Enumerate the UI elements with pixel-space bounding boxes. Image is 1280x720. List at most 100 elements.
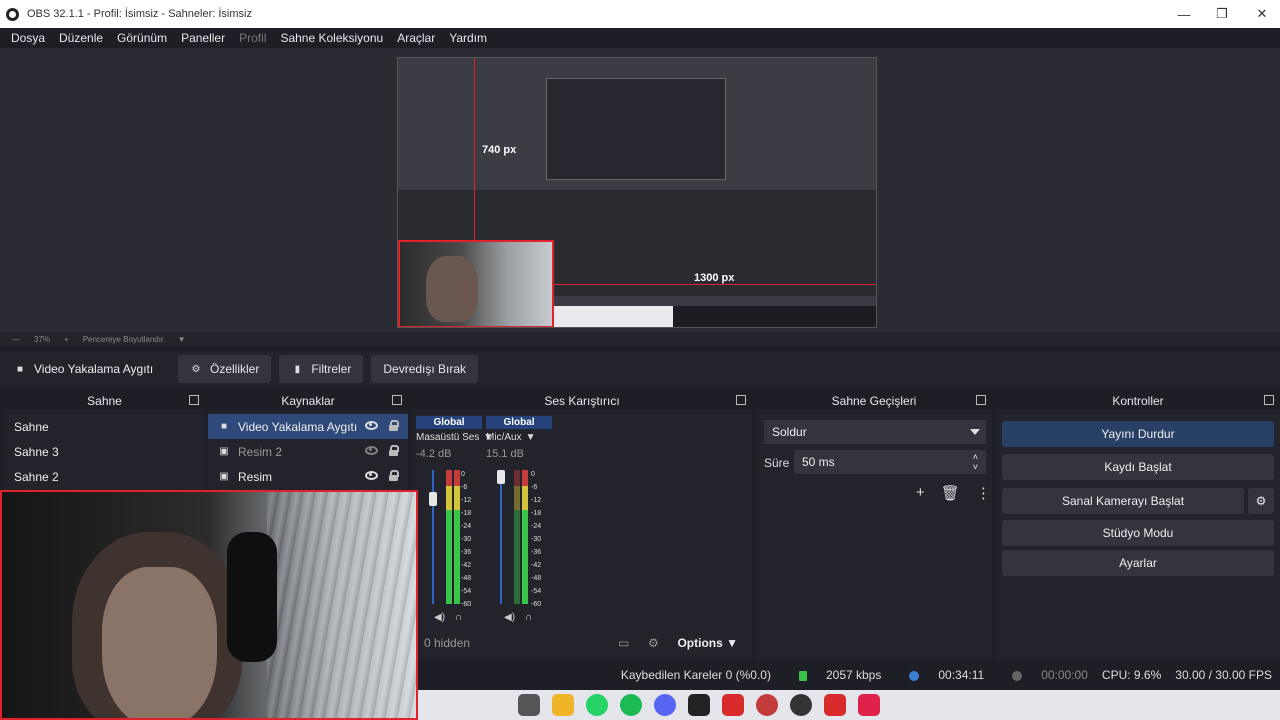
source-label: Video Yakalama Aygıtı [238, 419, 358, 434]
stop-stream-button[interactable]: Yayını Durdur [1002, 421, 1274, 447]
source-item[interactable]: ▣ Resim [208, 464, 408, 489]
properties-button[interactable]: ⚙ Özellikler [178, 355, 272, 383]
source-toolbar: ■ Video Yakalama Aygıtı ⚙ Özellikler ▮ F… [0, 352, 1280, 386]
spin-arrows-icon[interactable]: ˄ ˅ [973, 452, 978, 472]
cpu-usage: CPU: 9.6% [1101, 668, 1162, 682]
dropped-frames: Kaybedilen Kareler 0 (%0.0) [620, 668, 771, 682]
advanced-settings-icon[interactable]: ⚙ [648, 636, 659, 650]
level-meter [446, 470, 452, 604]
transitions-dock-title: Sahne Geçişleri [756, 392, 992, 410]
volume-fader[interactable] [500, 470, 502, 604]
more-vertical-icon[interactable]: ⋮ [976, 484, 991, 502]
visibility-eye-icon[interactable] [365, 471, 378, 480]
float-dock-icon[interactable] [189, 395, 199, 405]
channel-db: -4.2 dB [416, 448, 452, 460]
fit-window-button[interactable]: Pencereye Boyutlandır [83, 335, 164, 344]
camera-icon: ■ [220, 421, 228, 432]
float-dock-icon[interactable] [1264, 395, 1274, 405]
zoom-out-icon[interactable]: — [12, 335, 20, 344]
discord-icon[interactable] [654, 694, 676, 716]
menu-sahne-koleksiyonu[interactable]: Sahne Koleksiyonu [273, 31, 390, 45]
volume-fader-knob[interactable] [429, 492, 437, 506]
app-icon[interactable] [518, 694, 540, 716]
lock-icon[interactable] [389, 470, 399, 481]
virtual-camera-settings-button[interactable]: ⚙ [1248, 488, 1274, 514]
app-icon[interactable] [722, 694, 744, 716]
level-meter [454, 470, 460, 604]
source-item[interactable]: ▣ Resim 2 [208, 439, 408, 464]
menu-bar: Dosya Düzenle Görünüm Paneller Profil Sa… [0, 28, 1280, 48]
settings-button[interactable]: Ayarlar [1002, 550, 1274, 576]
menu-gorunum[interactable]: Görünüm [110, 31, 174, 45]
duration-spinbox[interactable]: 50 ms ˄ ˅ [794, 450, 986, 474]
chevron-down-icon [970, 429, 980, 435]
menu-paneller[interactable]: Paneller [174, 31, 232, 45]
headphone-icon[interactable]: ∩ [525, 612, 532, 623]
channel-db: 15.1 dB [486, 448, 524, 460]
minimize-button[interactable]: — [1164, 0, 1204, 28]
channel-name[interactable]: Mic/Aux ▼ [486, 432, 552, 443]
fps: 30.00 / 30.00 FPS [1175, 668, 1272, 682]
speaker-icon[interactable]: ◀) [434, 612, 445, 623]
folder-icon[interactable] [552, 694, 574, 716]
channel-name[interactable]: Masaüstü Ses ▼ [416, 432, 493, 443]
transition-select[interactable]: Soldur [764, 420, 986, 444]
bitrate: 2057 kbps [825, 668, 882, 682]
trash-icon[interactable]: 🗑 [941, 484, 960, 502]
sources-dock-title: Kaynaklar [208, 392, 408, 410]
whatsapp-icon[interactable] [586, 694, 608, 716]
headphone-icon[interactable]: ∩ [455, 612, 462, 623]
channel-header: Global [486, 416, 552, 429]
filters-button[interactable]: ▮ Filtreler [279, 355, 364, 383]
image-icon: ▣ [219, 471, 229, 482]
speaker-icon[interactable]: ◀) [504, 612, 515, 623]
scene-item[interactable]: Sahne 2 [4, 464, 205, 489]
controls-dock-title: Kontroller [996, 392, 1280, 410]
visibility-eye-icon[interactable] [365, 421, 378, 430]
app-icon[interactable] [824, 694, 846, 716]
lock-icon[interactable] [389, 445, 399, 456]
start-virtual-camera-button[interactable]: Sanal Kamerayı Başlat [1002, 488, 1244, 514]
epic-games-icon[interactable] [688, 694, 710, 716]
channel-header: Global [416, 416, 482, 429]
zoom-level: 37% [34, 334, 51, 344]
add-icon[interactable]: + [916, 484, 925, 502]
menu-duzenle[interactable]: Düzenle [52, 31, 110, 45]
studio-mode-button[interactable]: Stüdyo Modu [1002, 520, 1274, 546]
program-preview[interactable]: 740 px 1300 px [397, 57, 877, 328]
channel-controls: ◀) ∩ [504, 612, 532, 623]
scenes-title: Sahne [87, 394, 122, 408]
app-icon[interactable] [756, 694, 778, 716]
lock-icon[interactable] [389, 420, 399, 431]
zoom-in-icon[interactable]: + [64, 335, 69, 344]
float-dock-icon[interactable] [392, 395, 402, 405]
bitrate-group: 2057 kbps [785, 668, 881, 682]
db-scale: 0 -6 -12 -18 -24 -30 -36 -42 -48 -54 -60 [531, 471, 542, 608]
options-button[interactable]: Options ▼ [677, 636, 738, 650]
menu-profil[interactable]: Profil [232, 31, 273, 45]
menu-yardim[interactable]: Yardım [442, 31, 494, 45]
maximize-button[interactable]: ❐ [1202, 0, 1242, 28]
float-dock-icon[interactable] [976, 395, 986, 405]
start-recording-button[interactable]: Kaydı Başlat [1002, 454, 1274, 480]
menu-dosya[interactable]: Dosya [4, 31, 52, 45]
obs-taskbar-icon[interactable] [790, 694, 812, 716]
channel-menu-caret-icon[interactable]: ▼ [526, 432, 536, 443]
zoom-dropdown-icon[interactable]: ▼ [178, 335, 186, 344]
visibility-hidden-icon[interactable] [365, 446, 378, 455]
controls-title: Kontroller [1112, 394, 1164, 408]
scene-item[interactable]: Sahne [4, 414, 205, 439]
volume-fader-knob[interactable] [497, 470, 505, 484]
deactivate-button[interactable]: Devredışı Bırak [371, 355, 479, 383]
duration-value: 50 ms [802, 455, 835, 469]
menu-araclar[interactable]: Araçlar [390, 31, 442, 45]
source-item[interactable]: ■ Video Yakalama Aygıtı [208, 414, 408, 439]
layout-toggle-icon[interactable]: ▭ [618, 636, 629, 650]
spotify-icon[interactable] [620, 694, 642, 716]
float-dock-icon[interactable] [736, 395, 746, 405]
preview-webcam-source[interactable] [398, 240, 554, 327]
volume-fader[interactable] [432, 470, 434, 604]
close-button[interactable]: ✕ [1242, 0, 1280, 28]
scene-item[interactable]: Sahne 3 [4, 439, 205, 464]
app-icon[interactable] [858, 694, 880, 716]
